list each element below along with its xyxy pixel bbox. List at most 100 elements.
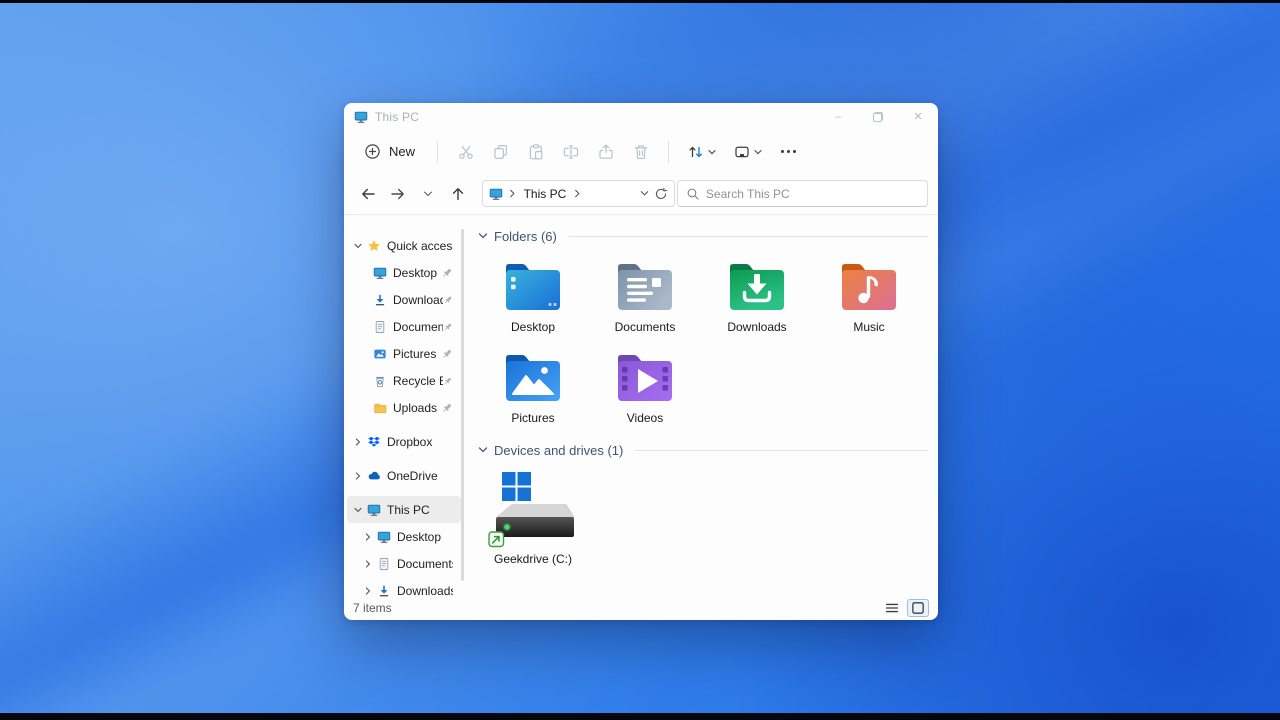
folder-downloads[interactable]: Downloads bbox=[701, 251, 813, 342]
folder-pictures[interactable]: Pictures bbox=[477, 342, 589, 433]
sidebar-item-recycle-bin[interactable]: Recycle Bin bbox=[347, 367, 461, 394]
letterbox-bottom bbox=[0, 713, 1280, 720]
sidebar-item-this-pc-documents[interactable]: Documents bbox=[347, 550, 461, 577]
sidebar-item-documents[interactable]: Documents bbox=[347, 313, 461, 340]
sync-badge-icon bbox=[488, 531, 505, 548]
chevron-down-icon[interactable] bbox=[353, 241, 363, 251]
folders-section-header[interactable]: Folders (6) bbox=[477, 225, 932, 247]
toolbar-divider-2 bbox=[668, 140, 670, 163]
sidebar-item-label: This PC bbox=[387, 502, 430, 517]
refresh-icon[interactable] bbox=[654, 187, 668, 201]
pictures-icon bbox=[374, 349, 386, 358]
see-more-button[interactable] bbox=[773, 136, 804, 167]
devices-section-title: Devices and drives (1) bbox=[494, 442, 624, 458]
share-button[interactable] bbox=[590, 136, 621, 167]
folder-desktop[interactable]: Desktop bbox=[477, 251, 589, 342]
sidebar-item-desktop[interactable]: Desktop bbox=[347, 259, 461, 286]
folder-label: Documents bbox=[614, 320, 676, 334]
delete-button[interactable] bbox=[625, 136, 656, 167]
chevron-right-icon[interactable] bbox=[353, 437, 363, 447]
new-button[interactable]: New bbox=[354, 137, 425, 166]
downloads-folder-icon bbox=[730, 264, 784, 310]
sidebar-item-dropbox[interactable]: Dropbox bbox=[347, 428, 461, 455]
list-view-icon bbox=[886, 603, 898, 612]
file-explorer-window: This PC – ✕ New This PC Search This PC Q… bbox=[344, 103, 938, 620]
sidebar-item-label: OneDrive bbox=[387, 468, 438, 483]
sidebar-item-uploads[interactable]: Uploads bbox=[347, 394, 461, 421]
details-view-button[interactable] bbox=[881, 599, 903, 617]
folder-documents[interactable]: Documents bbox=[589, 251, 701, 342]
sidebar-item-label: Downloads bbox=[393, 292, 443, 307]
sort-icon bbox=[689, 146, 703, 157]
document-icon bbox=[379, 557, 389, 570]
pin-icon[interactable] bbox=[441, 348, 453, 360]
search-input[interactable] bbox=[705, 186, 919, 201]
command-toolbar: New bbox=[344, 130, 938, 173]
folders-section-title: Folders (6) bbox=[494, 228, 557, 244]
chevron-down-icon[interactable] bbox=[353, 505, 363, 515]
pictures-folder-icon bbox=[506, 355, 560, 401]
up-button[interactable] bbox=[444, 180, 472, 208]
section-chevron-icon[interactable] bbox=[477, 230, 489, 242]
drive-c[interactable]: Geekdrive (C:) bbox=[477, 465, 589, 574]
sidebar-item-quick-access[interactable]: Quick access bbox=[347, 232, 461, 259]
sidebar-item-this-pc-desktop[interactable]: Desktop bbox=[347, 523, 461, 550]
paste-button[interactable] bbox=[520, 136, 551, 167]
pin-icon[interactable] bbox=[441, 267, 453, 279]
drive-label: Geekdrive (C:) bbox=[493, 552, 573, 566]
address-bar[interactable]: This PC bbox=[481, 180, 675, 207]
chevron-right-icon[interactable] bbox=[363, 532, 373, 542]
folder-videos[interactable]: Videos bbox=[589, 342, 701, 433]
window-controls: – ✕ bbox=[818, 103, 938, 130]
minimize-button[interactable]: – bbox=[818, 103, 858, 130]
pin-icon[interactable] bbox=[443, 375, 453, 387]
pin-icon[interactable] bbox=[443, 321, 453, 333]
sidebar-item-label: Uploads bbox=[393, 400, 438, 415]
back-arrow-icon bbox=[362, 188, 375, 199]
sidebar-item-label: Quick access bbox=[387, 238, 453, 253]
cut-icon bbox=[458, 145, 473, 159]
sidebar-item-onedrive[interactable]: OneDrive bbox=[347, 462, 461, 489]
restore-icon bbox=[873, 111, 883, 122]
sidebar-item-pictures[interactable]: Pictures bbox=[347, 340, 461, 367]
this-pc-window-icon bbox=[354, 111, 368, 123]
chevron-right-icon[interactable] bbox=[353, 471, 363, 481]
recent-locations-button[interactable] bbox=[414, 180, 442, 208]
copy-button[interactable] bbox=[485, 136, 516, 167]
cut-button[interactable] bbox=[450, 136, 481, 167]
close-icon: ✕ bbox=[913, 111, 923, 123]
address-dropdown-icon[interactable] bbox=[639, 188, 650, 199]
items-view: Folders (6) Desktop Documents Downloads … bbox=[464, 215, 938, 597]
search-box[interactable] bbox=[676, 180, 928, 207]
devices-section-header[interactable]: Devices and drives (1) bbox=[477, 439, 932, 461]
back-button[interactable] bbox=[354, 180, 382, 208]
sidebar-item-downloads[interactable]: Downloads bbox=[347, 286, 461, 313]
rename-button[interactable] bbox=[555, 136, 586, 167]
sidebar-scrollbar[interactable] bbox=[461, 229, 464, 581]
forward-button[interactable] bbox=[384, 180, 412, 208]
folder-music[interactable]: Music bbox=[813, 251, 925, 342]
sidebar-item-this-pc-downloads[interactable]: Downloads bbox=[347, 577, 461, 597]
pin-icon[interactable] bbox=[441, 402, 453, 414]
maximize-button[interactable] bbox=[858, 103, 898, 130]
breadcrumb-this-pc[interactable]: This PC bbox=[522, 187, 569, 201]
minimize-icon: – bbox=[834, 110, 842, 123]
chevron-right-icon[interactable] bbox=[363, 586, 373, 596]
forward-arrow-icon bbox=[391, 188, 404, 199]
toolbar-divider bbox=[437, 140, 439, 163]
windows-logo-icon bbox=[502, 472, 531, 501]
items-count: 7 items bbox=[353, 600, 392, 615]
sidebar-item-label: Documents bbox=[393, 319, 444, 334]
status-bar: 7 items bbox=[344, 597, 938, 620]
section-chevron-icon[interactable] bbox=[477, 444, 489, 456]
sidebar-item-label: Dropbox bbox=[387, 434, 433, 449]
pin-icon[interactable] bbox=[443, 294, 453, 306]
large-icons-view-button[interactable] bbox=[907, 598, 929, 617]
sort-button[interactable] bbox=[681, 136, 723, 167]
title-bar: This PC – ✕ bbox=[344, 103, 938, 130]
close-button[interactable]: ✕ bbox=[898, 103, 938, 130]
sidebar-item-this-pc[interactable]: This PC bbox=[347, 496, 461, 523]
chevron-right-icon[interactable] bbox=[363, 559, 373, 569]
view-button[interactable] bbox=[727, 136, 769, 167]
see-more-icon bbox=[781, 150, 797, 153]
